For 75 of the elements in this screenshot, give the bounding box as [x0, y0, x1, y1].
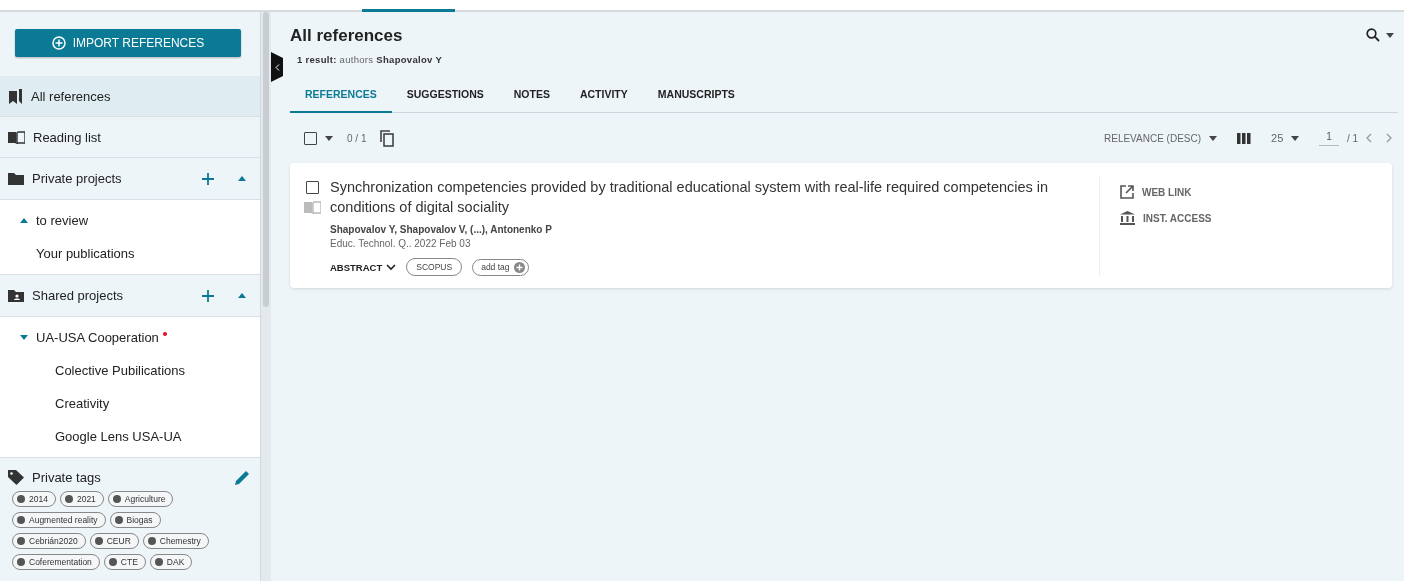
bank-icon: [1120, 211, 1135, 225]
sidebar-item-label: All references: [31, 88, 111, 104]
reference-title[interactable]: Synchronization competencies provided by traditional educational system with real-life required competencies in conditions of digital sociality: [330, 177, 1074, 217]
book-icon: [8, 130, 25, 144]
bookmarks-icon: [8, 88, 23, 104]
tag-chip[interactable]: 2014: [12, 491, 56, 507]
section-title: Shared projects: [32, 288, 124, 303]
add-tag-button[interactable]: add tag: [472, 258, 529, 276]
caret-up-icon[interactable]: [238, 293, 246, 298]
tag-chip[interactable]: Cebrián2020: [12, 533, 86, 549]
caret-up-icon[interactable]: [238, 176, 246, 181]
page-title: All references: [290, 26, 403, 46]
caret-down-icon[interactable]: [325, 135, 333, 141]
subproject-name[interactable]: Google Lens USA-UA: [55, 429, 182, 444]
reference-checkbox[interactable]: [306, 181, 319, 194]
add-icon[interactable]: [202, 289, 214, 302]
page-size-dropdown[interactable]: 25: [1271, 132, 1284, 144]
result-summary: 1 result: authors Shapovalov Y: [297, 54, 444, 65]
caret-down-icon[interactable]: [1386, 32, 1394, 38]
copy-icon[interactable]: [380, 129, 396, 147]
reference-source: Educ. Technol. Q.. 2022 Feb 03: [330, 238, 472, 249]
tab[interactable]: SUGGESTIONS: [391, 77, 499, 113]
tag-chip[interactable]: Biogas: [109, 512, 161, 528]
sidebar-item[interactable]: Reading list: [0, 117, 260, 158]
tab[interactable]: NOTES: [498, 77, 565, 113]
abstract-toggle[interactable]: ABSTRACT: [330, 261, 397, 273]
tag-chip[interactable]: CEUR: [89, 533, 139, 549]
search-icon[interactable]: [1366, 28, 1380, 42]
tag-chip[interactable]: Augmented reality: [12, 512, 106, 528]
caret-up-icon[interactable]: [20, 218, 28, 223]
project-name[interactable]: UA-USA Cooperation: [36, 330, 159, 345]
project-name[interactable]: to review: [36, 213, 89, 228]
selection-count: 0 / 1: [347, 132, 367, 144]
reference-link[interactable]: WEB LINK: [1120, 185, 1380, 199]
tab[interactable]: ACTIVITY: [564, 77, 643, 113]
add-circle-icon: [513, 261, 525, 273]
chevron-down-icon: [386, 263, 397, 271]
import-references-button[interactable]: IMPORT REFERENCES: [15, 29, 241, 57]
columns-icon[interactable]: [1237, 132, 1252, 144]
reference-link[interactable]: INST. ACCESS: [1120, 211, 1380, 225]
folder-icon: [8, 172, 24, 185]
add-circle-icon: [51, 36, 66, 50]
tag-chip[interactable]: Coferementation: [12, 554, 100, 570]
caret-down-icon[interactable]: [20, 335, 28, 340]
edit-icon[interactable]: [235, 470, 250, 485]
scrollbar-thumb[interactable]: [263, 12, 269, 307]
subproject-name[interactable]: Colective Pubilications: [55, 363, 186, 378]
caret-down-icon[interactable]: [1291, 135, 1300, 141]
collapse-sidebar-button[interactable]: [271, 52, 283, 82]
chevron-right-icon[interactable]: [1386, 133, 1392, 143]
tab[interactable]: MANUSCRIPTS: [642, 77, 750, 113]
sidebar-item[interactable]: All references: [0, 76, 260, 117]
page-field[interactable]: 1: [1319, 130, 1339, 146]
select-all-checkbox[interactable]: [304, 131, 317, 145]
tag-chip[interactable]: CTE: [103, 554, 146, 570]
subproject-name[interactable]: Creativity: [55, 396, 110, 411]
shared-folder-icon: [8, 289, 24, 302]
project-name[interactable]: Your publications: [36, 246, 135, 261]
sort-dropdown[interactable]: RELEVANCE (DESC): [1104, 132, 1202, 144]
section-title: Private projects: [32, 171, 122, 186]
tag-chip[interactable]: DAK: [149, 554, 193, 570]
sidebar-item-label: Reading list: [33, 129, 101, 145]
caret-down-icon[interactable]: [1209, 135, 1218, 141]
tag-chip[interactable]: 2021: [59, 491, 104, 507]
chevron-left-icon: [274, 63, 280, 71]
page-total: / 1: [1346, 132, 1358, 144]
tag-icon: [8, 470, 24, 485]
tab[interactable]: REFERENCES: [290, 77, 392, 113]
tag-chip[interactable]: Agriculture: [107, 491, 174, 507]
tags-title: Private tags: [32, 470, 101, 485]
tag-chip[interactable]: Chemestry: [142, 533, 209, 549]
chevron-left-icon[interactable]: [1366, 133, 1372, 143]
add-icon[interactable]: [202, 172, 214, 185]
external-link-icon: [1120, 185, 1134, 199]
reference-authors: Shapovalov Y, Shapovalov V, (...), Antonenko P: [330, 224, 553, 235]
